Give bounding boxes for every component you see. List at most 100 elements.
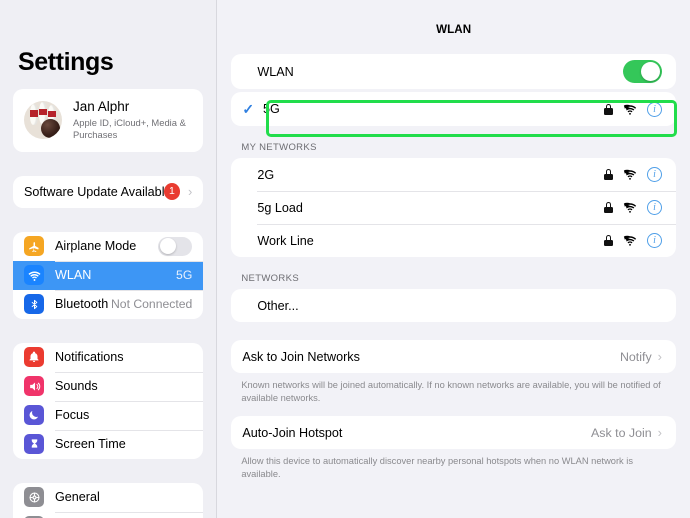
info-icon[interactable]: i xyxy=(647,200,662,215)
lock-icon xyxy=(604,235,613,246)
auto-join-hotspot-row[interactable]: Auto-Join Hotspot Ask to Join › xyxy=(231,416,676,449)
sidebar-item-airplane-mode[interactable]: Airplane Mode xyxy=(13,232,203,261)
software-update-row[interactable]: Software Update Available 1 › xyxy=(13,176,203,208)
auto-join-hotspot-value: Ask to Join xyxy=(591,426,652,440)
detail-title: WLAN xyxy=(231,23,676,36)
wifi-icon xyxy=(623,202,637,213)
table-row[interactable]: 5g Load i xyxy=(231,191,676,224)
gear-icon xyxy=(24,487,44,507)
sidebar-item-focus[interactable]: Focus xyxy=(13,401,203,430)
speaker-icon xyxy=(24,376,44,396)
hourglass-icon xyxy=(24,434,44,454)
checkmark-icon: ✓ xyxy=(242,102,254,116)
lock-icon xyxy=(604,169,613,180)
spacer xyxy=(231,126,676,142)
wifi-icon xyxy=(623,235,637,246)
wifi-icon xyxy=(623,169,637,180)
software-update-label: Software Update Available xyxy=(24,185,164,199)
ask-to-join-value: Notify xyxy=(620,350,652,364)
chevron-right-icon: › xyxy=(658,350,662,363)
software-update-card[interactable]: Software Update Available 1 › xyxy=(13,176,203,208)
sidebar-item-label: WLAN xyxy=(55,268,176,282)
spacer xyxy=(231,404,676,416)
wlan-toggle-row[interactable]: WLAN xyxy=(231,54,676,89)
my-networks-group: 2G i 5g Load i Work Line xyxy=(231,158,676,257)
wlan-toggle[interactable] xyxy=(623,60,662,83)
network-status-icons: i xyxy=(604,167,662,182)
spacer xyxy=(13,220,203,232)
sidebar-group-connectivity: Airplane Mode WLAN 5G Bluetooth Not Conn… xyxy=(13,232,203,319)
settings-app: Settings Jan Alphr Apple ID, iCloud+, Me… xyxy=(0,0,690,518)
account-subtitle: Apple ID, iCloud+, Media & Purchases xyxy=(73,117,193,142)
connected-network-group: ✓ 5G i xyxy=(231,92,676,126)
wlan-detail-pane: WLAN WLAN ✓ 5G i MY NETWORKS xyxy=(217,0,690,518)
network-name: 2G xyxy=(257,168,604,182)
sidebar-item-value: Not Connected xyxy=(111,297,192,311)
networks-header: NETWORKS xyxy=(231,273,676,289)
lock-icon xyxy=(604,104,613,115)
sidebar-item-label: Airplane Mode xyxy=(55,239,158,253)
network-status-icons: i xyxy=(604,233,662,248)
auto-join-hotspot-footnote: Allow this device to automatically disco… xyxy=(231,449,676,480)
lock-icon xyxy=(604,202,613,213)
info-icon[interactable]: i xyxy=(647,102,662,117)
ask-to-join-row[interactable]: Ask to Join Networks Notify › xyxy=(231,340,676,373)
spacer xyxy=(231,257,676,273)
chevron-right-icon: › xyxy=(658,426,662,439)
info-icon[interactable]: i xyxy=(647,233,662,248)
network-status-icons: i xyxy=(604,200,662,215)
other-network-row[interactable]: Other... xyxy=(231,289,676,322)
spacer xyxy=(13,331,203,343)
my-networks-header: MY NETWORKS xyxy=(231,142,676,158)
ask-to-join-footnote: Known networks will be joined automatica… xyxy=(231,373,676,404)
sidebar-item-wlan[interactable]: WLAN 5G xyxy=(13,261,203,290)
chevron-right-icon: › xyxy=(188,185,192,198)
table-row[interactable]: Work Line i xyxy=(231,224,676,257)
avatar xyxy=(24,101,62,139)
bluetooth-icon xyxy=(24,294,44,314)
sidebar-item-control-center[interactable]: Control Center xyxy=(13,512,203,518)
bell-icon xyxy=(24,347,44,367)
table-row[interactable]: 2G i xyxy=(231,158,676,191)
sidebar-item-label: Sounds xyxy=(55,379,192,393)
wifi-icon xyxy=(24,265,44,285)
account-card[interactable]: Jan Alphr Apple ID, iCloud+, Media & Pur… xyxy=(13,89,203,152)
networks-group: Other... xyxy=(231,289,676,322)
ask-to-join-group: Ask to Join Networks Notify › xyxy=(231,340,676,373)
spacer xyxy=(13,164,203,176)
sidebar-item-notifications[interactable]: Notifications xyxy=(13,343,203,372)
sidebar-item-bluetooth[interactable]: Bluetooth Not Connected xyxy=(13,290,203,319)
sidebar-item-label: Focus xyxy=(55,408,192,422)
settings-sidebar: Settings Jan Alphr Apple ID, iCloud+, Me… xyxy=(0,0,217,518)
other-network-label: Other... xyxy=(257,299,662,313)
network-status-icons: i xyxy=(604,102,662,117)
spacer xyxy=(13,471,203,483)
sidebar-item-sounds[interactable]: Sounds xyxy=(13,372,203,401)
auto-join-hotspot-group: Auto-Join Hotspot Ask to Join › xyxy=(231,416,676,449)
sidebar-item-label: General xyxy=(55,490,192,504)
network-name: Work Line xyxy=(257,234,604,248)
moon-icon xyxy=(24,405,44,425)
sidebar-group-alerts: Notifications Sounds Focus Screen Time xyxy=(13,343,203,459)
info-icon[interactable]: i xyxy=(647,167,662,182)
auto-join-hotspot-label: Auto-Join Hotspot xyxy=(242,426,591,440)
spacer xyxy=(231,36,676,54)
account-name: Jan Alphr xyxy=(73,98,193,115)
sidebar-item-value: 5G xyxy=(176,268,192,282)
wlan-toggle-label: WLAN xyxy=(245,65,623,79)
page-title: Settings xyxy=(18,48,203,77)
airplane-mode-toggle[interactable] xyxy=(158,237,192,256)
spacer xyxy=(231,322,676,340)
sidebar-item-label: Bluetooth xyxy=(55,297,111,311)
network-name: 5g Load xyxy=(257,201,604,215)
wlan-toggle-group: WLAN xyxy=(231,54,676,89)
airplane-icon xyxy=(24,236,44,256)
network-row-connected[interactable]: ✓ 5G i xyxy=(231,92,676,126)
sidebar-item-label: Notifications xyxy=(55,350,192,364)
ask-to-join-label: Ask to Join Networks xyxy=(242,350,620,364)
network-name: 5G xyxy=(263,102,604,116)
sidebar-item-screen-time[interactable]: Screen Time xyxy=(13,430,203,459)
status-badge: 1 xyxy=(164,183,180,200)
account-row[interactable]: Jan Alphr Apple ID, iCloud+, Media & Pur… xyxy=(13,89,203,152)
sidebar-item-general[interactable]: General xyxy=(13,483,203,512)
